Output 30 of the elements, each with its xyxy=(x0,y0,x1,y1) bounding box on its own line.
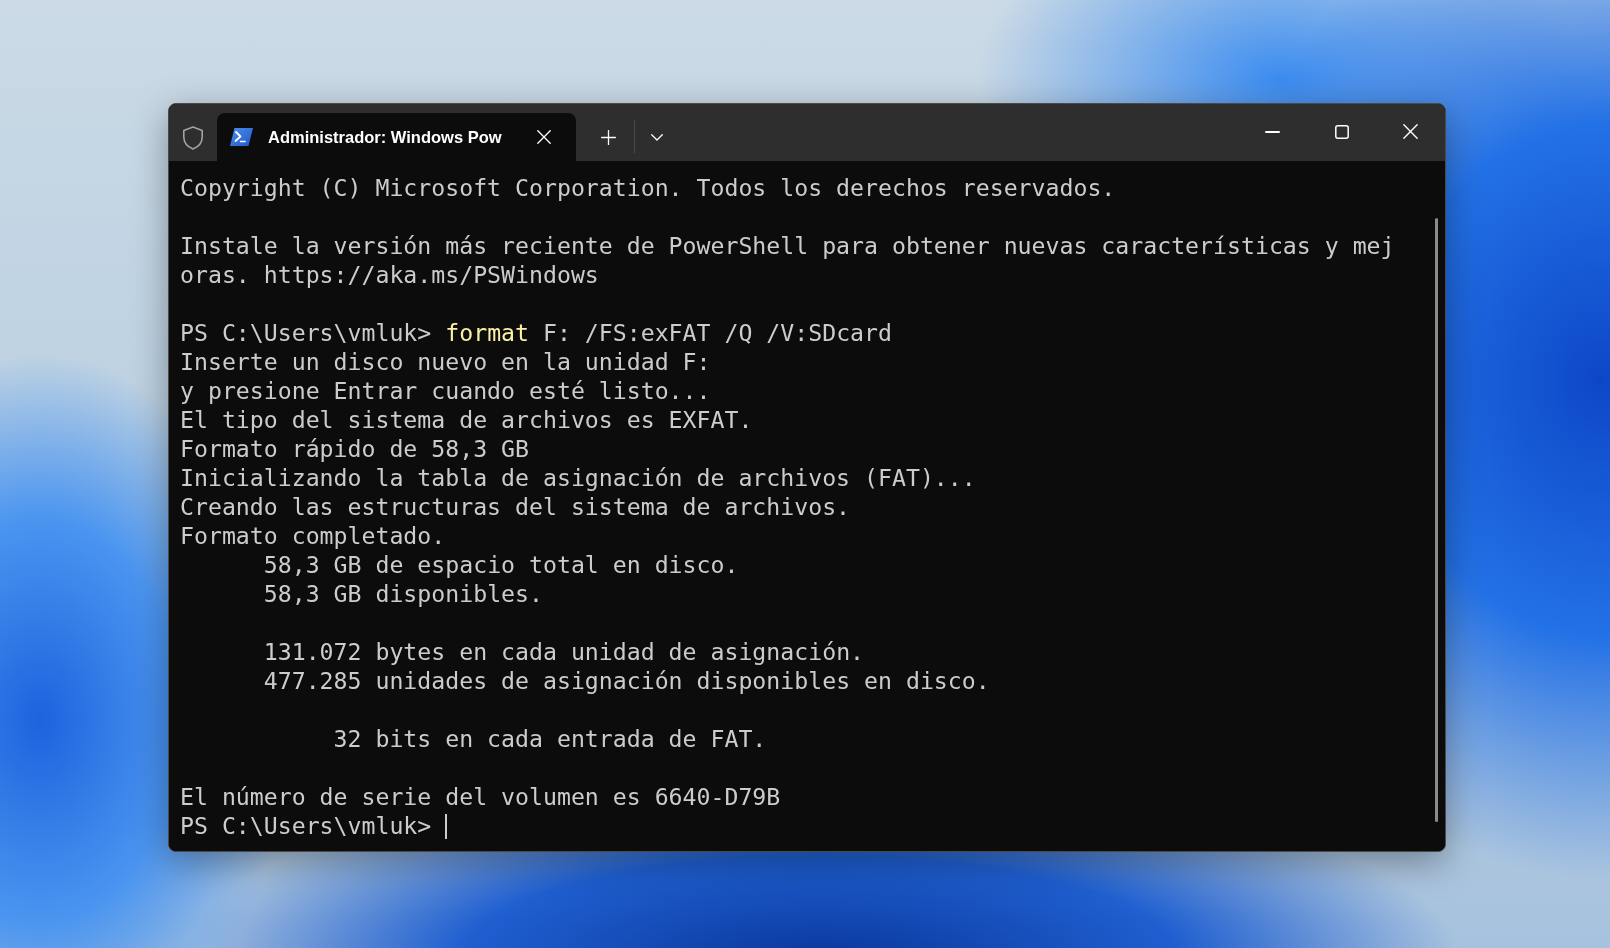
output-line: 131.072 bytes en cada unidad de asignación. xyxy=(263,638,865,665)
output-line: El tipo del sistema de archivos es EXFAT. xyxy=(180,406,753,433)
close-icon xyxy=(1403,124,1418,139)
output-line: Instale la versión más reciente de PowerShell para obtener nuevas características y mej xyxy=(180,232,1395,259)
prompt-line: PS C:\Users\vmluk> xyxy=(180,812,432,839)
terminal-tab[interactable]: Administrador: Windows Pow xyxy=(217,113,576,161)
output-line: Formato rápido de 58,3 GB xyxy=(180,435,529,462)
minimize-icon xyxy=(1265,130,1280,133)
output-line: Inicializando la tabla de asignación de archivos (FAT)... xyxy=(180,464,976,491)
plus-icon xyxy=(600,129,616,145)
output-line: 32 bits en cada entrada de FAT. xyxy=(333,725,767,752)
close-icon xyxy=(537,130,551,144)
output-line: y presione Entrar cuando esté listo... xyxy=(180,377,711,404)
output-line: Creando las estructuras del sistema de archivos. xyxy=(180,493,851,520)
output-line: Inserte un disco nuevo en la unidad F: xyxy=(180,348,711,375)
output-line: oras. https://aka.ms/PSWindows xyxy=(180,261,599,288)
shield-icon xyxy=(182,125,204,150)
tab-title: Administrador: Windows Pow xyxy=(268,127,503,147)
output-line: Formato completado. xyxy=(180,522,446,549)
maximize-icon xyxy=(1334,124,1349,139)
scrollbar-thumb[interactable] xyxy=(1434,218,1438,822)
output-line: 58,3 GB disponibles. xyxy=(263,580,543,607)
output-line: Copyright (C) Microsoft Corporation. Todos los derechos reservados. xyxy=(180,174,1116,201)
chevron-down-icon xyxy=(651,133,663,141)
output-line: 477.285 unidades de asignación disponibles en disco. xyxy=(263,667,990,694)
terminal-icon xyxy=(230,128,253,146)
output-line: 58,3 GB de espacio total en disco. xyxy=(263,551,739,578)
output-line: El número de serie del volumen es 6640-D79B xyxy=(180,783,781,810)
command-line: PS C:\Users\vmluk> format F: /FS:exFAT /Q /V:SDcard xyxy=(180,319,892,346)
tab-close-button[interactable] xyxy=(537,130,551,144)
